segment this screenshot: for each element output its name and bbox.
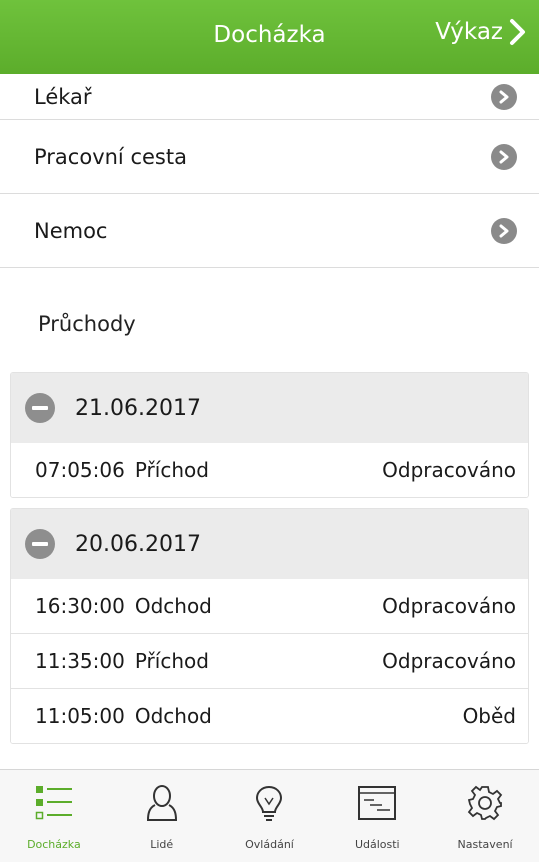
checklist-icon xyxy=(35,786,72,820)
tab-label: Nastavení xyxy=(457,838,513,851)
menu-item-label: Pracovní cesta xyxy=(34,144,187,169)
menu-item-label: Lékař xyxy=(34,84,92,109)
day-group: 21.06.2017 07:05:06 Příchod Odpracováno xyxy=(10,372,529,498)
chevron-circle-icon xyxy=(491,143,517,170)
day-date: 20.06.2017 xyxy=(75,531,201,557)
tab-people[interactable]: Lidé xyxy=(108,770,216,862)
pass-type: Odchod xyxy=(134,594,212,618)
tab-label: Ovládání xyxy=(245,838,294,851)
person-icon xyxy=(146,785,177,821)
events-icon xyxy=(358,786,397,820)
chevron-right-icon xyxy=(510,19,525,45)
pass-status: Odpracováno xyxy=(382,594,516,618)
day-group: 20.06.2017 16:30:00 Odchod Odpracováno 11… xyxy=(10,508,529,744)
day-group-header[interactable]: 21.06.2017 xyxy=(11,373,528,443)
pass-type: Odchod xyxy=(134,704,212,728)
menu-item-business-trip[interactable]: Pracovní cesta xyxy=(0,120,539,194)
pass-status: Odpracováno xyxy=(382,458,516,482)
pass-time: 07:05:06 xyxy=(35,458,125,482)
main-content: Lékař Pracovní cesta Nemoc Průchody 21.0… xyxy=(0,74,539,769)
menu-item-label: Nemoc xyxy=(34,218,108,243)
gear-icon xyxy=(467,785,503,821)
report-button[interactable]: Výkaz xyxy=(435,18,527,46)
pass-type: Příchod xyxy=(134,649,209,673)
pass-time: 11:35:00 xyxy=(35,649,125,673)
app-header: Docházka Výkaz xyxy=(0,0,539,74)
tab-events[interactable]: Události xyxy=(323,770,431,862)
menu-item-illness[interactable]: Nemoc xyxy=(0,194,539,268)
pass-time: 11:05:00 xyxy=(35,704,125,728)
pass-time: 16:30:00 xyxy=(35,594,125,618)
pass-row[interactable]: 07:05:06 Příchod Odpracováno xyxy=(11,443,528,497)
collapse-icon[interactable] xyxy=(25,393,55,423)
chevron-circle-icon xyxy=(491,83,517,110)
report-label: Výkaz xyxy=(435,19,503,45)
pass-row[interactable]: 11:05:00 Odchod Oběd xyxy=(11,689,528,743)
tab-label: Docházka xyxy=(27,838,81,851)
day-group-header[interactable]: 20.06.2017 xyxy=(11,509,528,579)
passes-section-title: Průchody xyxy=(38,312,136,336)
pass-row[interactable]: 16:30:00 Odchod Odpracováno xyxy=(11,579,528,634)
pass-status: Oběd xyxy=(462,704,516,728)
tab-settings[interactable]: Nastavení xyxy=(431,770,539,862)
menu-item-doctor[interactable]: Lékař xyxy=(0,74,539,120)
day-date: 21.06.2017 xyxy=(75,395,201,421)
pass-row[interactable]: 11:35:00 Příchod Odpracováno xyxy=(11,634,528,689)
tab-bar: Docházka Lidé Ovládání Události Nastaven… xyxy=(0,769,539,862)
chevron-circle-icon xyxy=(491,217,517,244)
tab-attendance[interactable]: Docházka xyxy=(0,770,108,862)
pass-type: Příchod xyxy=(134,458,209,482)
tab-label: Lidé xyxy=(150,838,174,851)
lightbulb-icon xyxy=(256,785,283,821)
pass-status: Odpracováno xyxy=(382,649,516,673)
tab-label: Události xyxy=(354,838,400,851)
tab-control[interactable]: Ovládání xyxy=(216,770,324,862)
collapse-icon[interactable] xyxy=(25,529,55,559)
